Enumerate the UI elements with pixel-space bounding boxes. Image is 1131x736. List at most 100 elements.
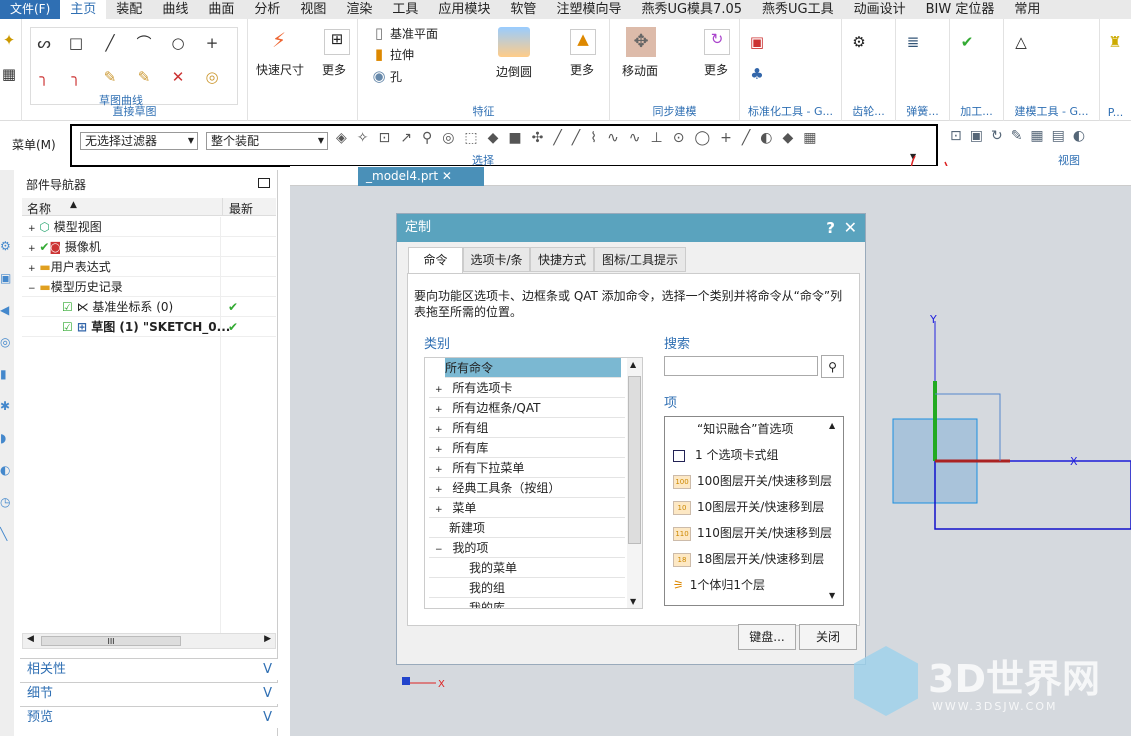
- menu-button[interactable]: 菜单(M): [12, 136, 56, 153]
- more-feature-icon[interactable]: ▲: [570, 29, 596, 55]
- datum-plane-icon[interactable]: ▯: [370, 24, 388, 42]
- category-item[interactable]: − 我的项: [429, 538, 625, 558]
- tree-item-datum-csys[interactable]: ☑ ⋉ 基准坐标系 (0) ✔: [22, 297, 276, 317]
- edge-blend-icon[interactable]: [498, 27, 530, 57]
- item-row[interactable]: 10 10图层开关/快速移到层: [673, 495, 833, 519]
- tab-tabs-bars[interactable]: 选项卡/条: [463, 247, 530, 272]
- tree-item-model-history[interactable]: − ▬模型历史记录: [22, 277, 276, 297]
- view-tools-icons[interactable]: ⊡▣↻✎▦▤◐: [950, 128, 1093, 144]
- tab-common[interactable]: 常用: [1004, 0, 1050, 19]
- profile-icon[interactable]: ᔕ: [35, 34, 53, 52]
- category-item[interactable]: + 所有库: [429, 438, 625, 458]
- tab-yanxiu-mold[interactable]: 燕秀UG模具7.05: [631, 0, 752, 19]
- chamfer-icon[interactable]: ╮: [67, 68, 85, 86]
- tab-analysis[interactable]: 分析: [244, 0, 290, 19]
- close-icon[interactable]: ✕: [844, 214, 857, 242]
- more-button-3[interactable]: 更多: [704, 61, 728, 78]
- arc-icon[interactable]: ⌒: [135, 34, 153, 52]
- more-button-2[interactable]: 更多: [570, 61, 594, 78]
- sort-asc-icon[interactable]: ▲: [70, 200, 77, 210]
- line-icon[interactable]: ╱: [101, 34, 119, 52]
- category-item[interactable]: 我的库: [429, 598, 625, 608]
- quick-dimension-icon[interactable]: ⚡: [270, 30, 288, 50]
- finish-flag-icon[interactable]: ▦: [0, 65, 18, 83]
- tab-view[interactable]: 视图: [290, 0, 336, 19]
- tab-tools[interactable]: 工具: [382, 0, 428, 19]
- selection-tools-icons[interactable]: ◈✧⊡↗⚲◎⬚◆■✣╱╱⌇∿∿⊥⊙◯+╱◐◆▦: [336, 130, 926, 150]
- accordion-preview[interactable]: 预览 V: [20, 706, 278, 728]
- item-row[interactable]: ⚞ 1个体归1个层: [673, 573, 833, 597]
- std-tool-icon[interactable]: ▣: [748, 33, 766, 51]
- triangle-icon[interactable]: △: [1012, 33, 1030, 51]
- tree-item-model-views[interactable]: + ⬡ 模型视图: [22, 217, 276, 237]
- sketch-icon[interactable]: ✦: [0, 31, 18, 49]
- items-list[interactable]: “知识融合”首选项 1 个选项卡式组 100 100图层开关/快速移到层 10 10…: [664, 416, 844, 606]
- gear-icon[interactable]: ⚙: [850, 33, 868, 51]
- edge-blend-button[interactable]: 边倒圆: [496, 63, 532, 80]
- fillet-icon[interactable]: ╮: [35, 68, 53, 86]
- tab-icons-tooltips[interactable]: 图标/工具提示: [594, 247, 686, 272]
- tree-item-cameras[interactable]: + ✔◙ 摄像机: [22, 237, 276, 257]
- tree-item-sketch[interactable]: ☑ ⊞ 草图 (1) "SKETCH_0... ✔: [22, 317, 276, 337]
- category-item[interactable]: + 所有选项卡: [429, 378, 625, 398]
- category-item[interactable]: 我的组: [429, 578, 625, 598]
- item-row[interactable]: 100 100图层开关/快速移到层: [673, 469, 833, 493]
- file-menu[interactable]: 文件(F): [0, 0, 61, 19]
- item-row[interactable]: 1 个选项卡式组: [673, 443, 833, 467]
- category-item[interactable]: 我的菜单: [429, 558, 625, 578]
- close-tab-icon[interactable]: ✕: [442, 169, 452, 183]
- extrude-icon[interactable]: ▮: [370, 45, 388, 63]
- trim-icon[interactable]: ✎: [101, 68, 119, 86]
- maximize-icon[interactable]: [258, 178, 270, 188]
- quick-dimension-button[interactable]: 快速尺寸: [256, 61, 304, 78]
- tab-mold-wizard[interactable]: 注塑模向导: [546, 0, 631, 19]
- column-name[interactable]: 名称: [27, 200, 51, 217]
- item-row[interactable]: “知识融合”首选项: [673, 417, 833, 441]
- tab-home[interactable]: 主页: [60, 0, 107, 19]
- item-row[interactable]: 110 110图层开关/快速移到层: [673, 521, 833, 545]
- category-item-selected[interactable]: 所有命令: [445, 358, 621, 378]
- category-item[interactable]: 新建项: [429, 518, 625, 538]
- accordion-dependencies[interactable]: 相关性 V: [20, 658, 278, 680]
- category-item[interactable]: + 所有边框条/QAT: [429, 398, 625, 418]
- keyboard-button[interactable]: 键盘...: [738, 624, 796, 650]
- more-icon[interactable]: ⊞: [324, 29, 350, 55]
- tree-item-user-expressions[interactable]: + ▬用户表达式: [22, 257, 276, 277]
- document-tab[interactable]: _model4.prt ✕: [358, 167, 484, 186]
- move-face-button[interactable]: 移动面: [622, 62, 658, 79]
- circle-icon[interactable]: ○: [169, 34, 187, 52]
- tab-commands[interactable]: 命令: [408, 247, 463, 274]
- column-latest[interactable]: 最新: [222, 198, 259, 216]
- tab-hose[interactable]: 软管: [500, 0, 546, 19]
- tab-curve[interactable]: 曲线: [152, 0, 198, 19]
- selection-filter-dropdown[interactable]: 无选择过滤器: [80, 132, 198, 150]
- tab-shortcuts[interactable]: 快捷方式: [530, 247, 594, 272]
- tab-animation[interactable]: 动画设计: [844, 0, 916, 19]
- tab-biw[interactable]: BIW 定位器: [916, 0, 1005, 19]
- spring-icon[interactable]: ≣: [904, 33, 922, 51]
- tab-render[interactable]: 渲染: [336, 0, 382, 19]
- scroll-up-icon[interactable]: ▲: [829, 421, 835, 430]
- scroll-thumb[interactable]: [628, 376, 641, 544]
- selection-scope-dropdown[interactable]: 整个装配: [206, 132, 328, 150]
- item-row[interactable]: 18 18图层开关/快速移到层: [673, 547, 833, 571]
- category-item[interactable]: + 菜单: [429, 498, 625, 518]
- tab-assembly[interactable]: 装配: [106, 0, 152, 19]
- scroll-thumb[interactable]: III: [41, 636, 181, 646]
- scroll-down-icon[interactable]: ▼: [829, 591, 835, 600]
- tab-surface[interactable]: 曲面: [198, 0, 244, 19]
- extend-icon[interactable]: ✎: [135, 68, 153, 86]
- hole-button[interactable]: 孔: [390, 68, 402, 85]
- corner-icon[interactable]: ✕: [169, 68, 187, 86]
- resource-bar-icons[interactable]: ⚙ ▣ ◀ ◎ ▮ ✱ ◗ ◐ ◷ ╲: [0, 230, 11, 550]
- more-button-1[interactable]: 更多: [322, 61, 346, 78]
- constraint-icon[interactable]: ◎: [203, 68, 221, 86]
- category-item[interactable]: + 经典工具条（按组）: [429, 478, 625, 498]
- help-icon[interactable]: ?: [826, 214, 835, 242]
- rectangle-icon[interactable]: □: [67, 34, 85, 52]
- tab-applications[interactable]: 应用模块: [428, 0, 500, 19]
- move-face-icon[interactable]: ✥: [626, 27, 656, 57]
- accordion-details[interactable]: 细节 V: [20, 682, 278, 704]
- datum-plane-button[interactable]: 基准平面: [390, 25, 438, 42]
- hole-icon[interactable]: ◉: [370, 67, 388, 85]
